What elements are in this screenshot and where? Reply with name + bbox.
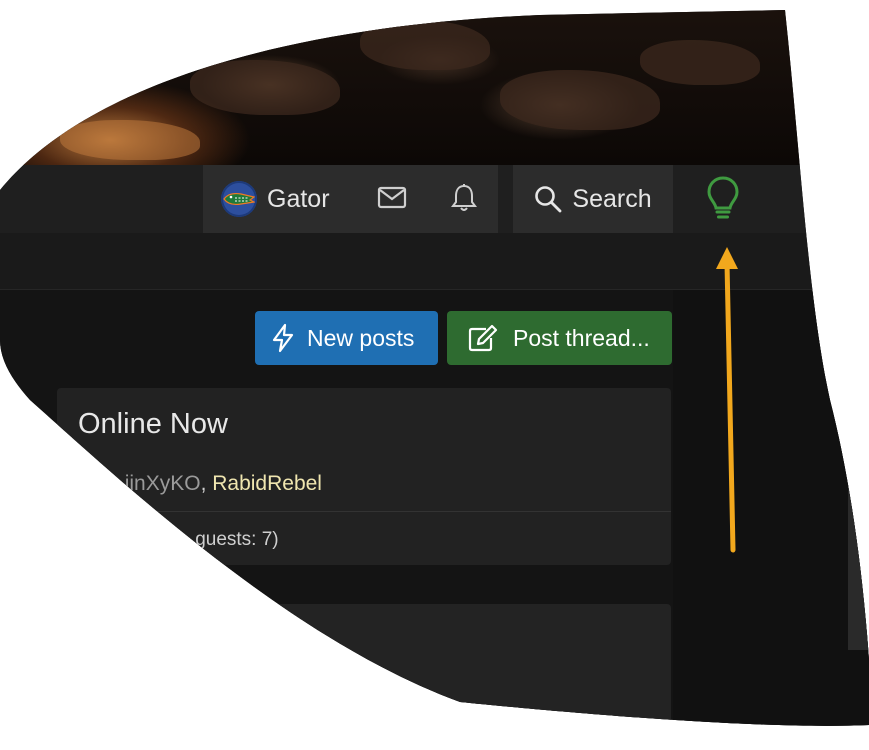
annotation-arrow-icon [716,247,738,553]
content-block [57,604,671,750]
list-separator: , [113,472,125,495]
lightbulb-icon[interactable] [706,175,740,225]
sidebar-edge [848,470,869,650]
online-user-link[interactable]: jinXyKO [125,472,201,495]
edit-icon [467,323,499,353]
online-user-link[interactable]: RabidRebel [212,472,322,495]
envelope-icon[interactable] [377,185,407,215]
magnifier-icon [534,185,562,213]
online-now-title: Online Now [78,408,228,440]
online-count-summary: (members: 3, guests: 7) [78,529,279,550]
username-label[interactable]: Gator [267,185,330,214]
lightning-icon [271,323,295,353]
search-button[interactable]: Search [513,165,673,233]
new-posts-label: New posts [307,324,415,351]
search-label: Search [572,184,652,213]
online-now-block: Online Now ator, jinXyKO, RabidRebel (me… [57,388,671,565]
new-posts-button[interactable]: New posts [255,311,438,365]
divider [57,511,671,512]
post-thread-label: Post thread... [513,324,650,351]
right-gutter [673,290,869,750]
avatar[interactable] [221,181,257,217]
bell-icon[interactable] [450,183,478,217]
list-separator: , [200,472,213,495]
screenshot-stage: Gator Search New posts Post thread... On… [0,0,869,750]
online-users-list: ator, jinXyKO, RabidRebel [78,472,322,496]
header-banner-image [0,0,869,165]
post-thread-button[interactable]: Post thread... [447,311,672,365]
online-user-link[interactable]: ator [78,472,113,495]
